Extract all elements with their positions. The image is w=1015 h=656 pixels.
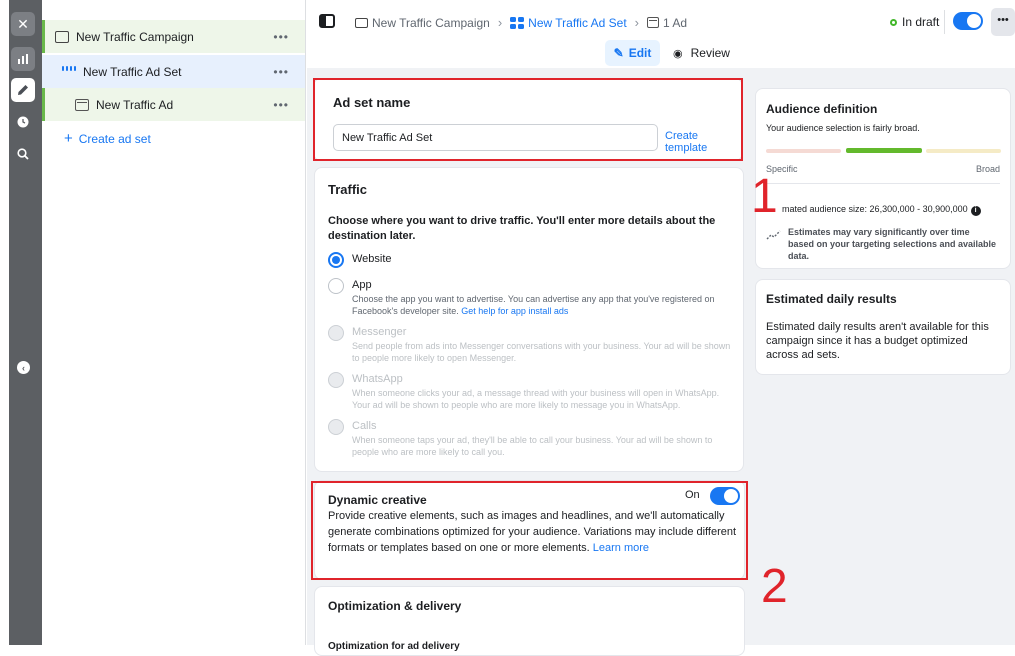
annotation-number-2: 2 xyxy=(761,560,788,613)
radio-description: When someone clicks your ad, a message t… xyxy=(352,388,720,410)
audience-meter-specific xyxy=(766,149,841,153)
dynamic-creative-text: Provide creative elements, such as image… xyxy=(328,510,737,554)
divider xyxy=(944,10,945,34)
eye-icon: ◉ xyxy=(673,47,683,60)
tab-edit[interactable]: ✎ Edit xyxy=(605,40,660,66)
radio-button[interactable] xyxy=(328,278,344,294)
more-icon[interactable]: ••• xyxy=(273,30,289,44)
info-icon[interactable]: i xyxy=(970,206,981,216)
radio-label: Calls xyxy=(352,420,377,432)
left-rail: ✕ ‹ xyxy=(0,0,42,645)
adset-icon xyxy=(510,16,525,29)
adset-icon xyxy=(62,65,76,78)
audience-meter-broad xyxy=(926,149,1001,153)
clock-icon[interactable] xyxy=(11,110,35,134)
radio-label: App xyxy=(352,279,372,291)
tab-edit-label: Edit xyxy=(628,46,652,60)
search-icon[interactable] xyxy=(11,142,35,166)
chevron-right-icon: › xyxy=(634,15,640,30)
main-area: New Traffic Campaign › New Traffic Ad Se… xyxy=(307,0,1015,656)
audience-definition-card: Audience definition Your audience select… xyxy=(755,88,1011,269)
tree-item-ad[interactable]: New Traffic Ad ••• xyxy=(42,88,305,121)
tab-review[interactable]: ◉ Review xyxy=(673,40,730,66)
audience-meter-indicator xyxy=(846,148,922,153)
traffic-card: Traffic Choose where you want to drive t… xyxy=(314,167,744,472)
meter-broad-label: Broad xyxy=(975,164,1000,174)
radio-description: When someone taps your ad, they'll be ab… xyxy=(352,435,713,457)
more-icon[interactable]: ••• xyxy=(273,65,289,79)
ad-icon xyxy=(647,17,660,28)
radio-button xyxy=(328,325,344,341)
traffic-intro: Choose where you want to drive traffic. … xyxy=(328,215,716,242)
breadcrumb: New Traffic Campaign › New Traffic Ad Se… xyxy=(355,15,687,30)
ad-set-name-input[interactable] xyxy=(333,124,658,151)
dynamic-creative-state: On xyxy=(685,489,700,501)
more-options-icon[interactable]: ••• xyxy=(991,8,1015,36)
create-ad-set-label: Create ad set xyxy=(78,132,151,146)
pencil-icon: ✎ xyxy=(613,46,624,60)
learn-more-link[interactable]: Learn more xyxy=(593,542,649,554)
chart-icon[interactable] xyxy=(11,47,35,71)
tree-adset-label: New Traffic Ad Set xyxy=(83,64,182,79)
traffic-title: Traffic xyxy=(328,182,368,197)
structure-tree: New Traffic Campaign ••• New Traffic Ad … xyxy=(42,0,306,645)
ad-set-name-title: Ad set name xyxy=(333,95,411,110)
adset-toggle[interactable] xyxy=(953,12,983,30)
radio-button xyxy=(328,419,344,435)
trend-icon xyxy=(766,230,781,240)
audience-size-text: mated audience size: 26,300,000 - 30,900… xyxy=(782,204,968,214)
radio-label: Website xyxy=(352,253,392,265)
dynamic-creative-body: Provide creative elements, such as image… xyxy=(328,508,748,556)
annotation-number-1: 1 xyxy=(751,170,778,223)
dynamic-creative-toggle[interactable] xyxy=(710,487,740,505)
ad-set-name-card: Ad set name Create template xyxy=(313,78,743,161)
create-ad-set-button[interactable]: + Create ad set xyxy=(64,130,151,147)
tab-review-label: Review xyxy=(690,46,730,60)
panel-toggle-icon[interactable] xyxy=(319,14,335,28)
breadcrumb-ad[interactable]: 1 Ad xyxy=(663,16,687,30)
optimization-title: Optimization & delivery xyxy=(328,599,462,613)
folder-icon xyxy=(355,17,368,28)
optimization-subtitle: Optimization for ad delivery xyxy=(328,641,460,652)
radio-label: Messenger xyxy=(352,326,407,338)
chevron-left-icon[interactable]: ‹ xyxy=(17,361,30,374)
audience-size: mated audience size: 26,300,000 - 30,900… xyxy=(782,204,981,216)
audience-note: Estimates may vary significantly over ti… xyxy=(788,227,997,261)
draft-dot-icon xyxy=(890,18,897,26)
chevron-right-icon: › xyxy=(497,15,503,30)
top-bar: New Traffic Campaign › New Traffic Ad Se… xyxy=(307,0,1015,68)
status-label: In draft xyxy=(902,15,940,29)
app-help-link[interactable]: Get help for app install ads xyxy=(461,306,568,316)
close-icon[interactable]: ✕ xyxy=(11,12,35,36)
dynamic-creative-card: Dynamic creative On Provide creative ele… xyxy=(314,480,745,580)
daily-results-body: Estimated daily results aren't available… xyxy=(766,321,989,361)
radio-description: Send people from ads into Messenger conv… xyxy=(352,341,731,363)
tree-item-campaign[interactable]: New Traffic Campaign ••• xyxy=(42,20,305,53)
radio-description: Choose the app you want to advertise. Yo… xyxy=(352,293,738,317)
daily-results-card: Estimated daily results Estimated daily … xyxy=(755,279,1011,375)
more-icon[interactable]: ••• xyxy=(273,98,289,112)
tree-ad-label: New Traffic Ad xyxy=(96,97,174,112)
optimization-card: Optimization & delivery Optimization for… xyxy=(314,586,745,656)
create-template-link[interactable]: Create template xyxy=(665,130,742,154)
plus-icon: + xyxy=(64,130,73,147)
folder-icon xyxy=(55,30,69,43)
tree-campaign-label: New Traffic Campaign xyxy=(76,29,194,44)
audience-title: Audience definition xyxy=(766,102,878,116)
breadcrumb-adset[interactable]: New Traffic Ad Set xyxy=(528,16,627,30)
radio-button[interactable] xyxy=(328,252,344,268)
status-badge: In draft xyxy=(890,15,939,29)
breadcrumb-campaign[interactable]: New Traffic Campaign xyxy=(372,16,490,30)
audience-subtitle: Your audience selection is fairly broad. xyxy=(766,123,920,133)
pencil-icon[interactable] xyxy=(11,78,35,102)
divider xyxy=(766,183,1000,184)
tree-item-adset[interactable]: New Traffic Ad Set ••• xyxy=(42,55,305,88)
radio-button xyxy=(328,372,344,388)
dynamic-creative-title: Dynamic creative xyxy=(328,493,427,507)
daily-results-title: Estimated daily results xyxy=(766,292,897,306)
ad-icon xyxy=(75,98,89,111)
radio-label: WhatsApp xyxy=(352,373,403,385)
